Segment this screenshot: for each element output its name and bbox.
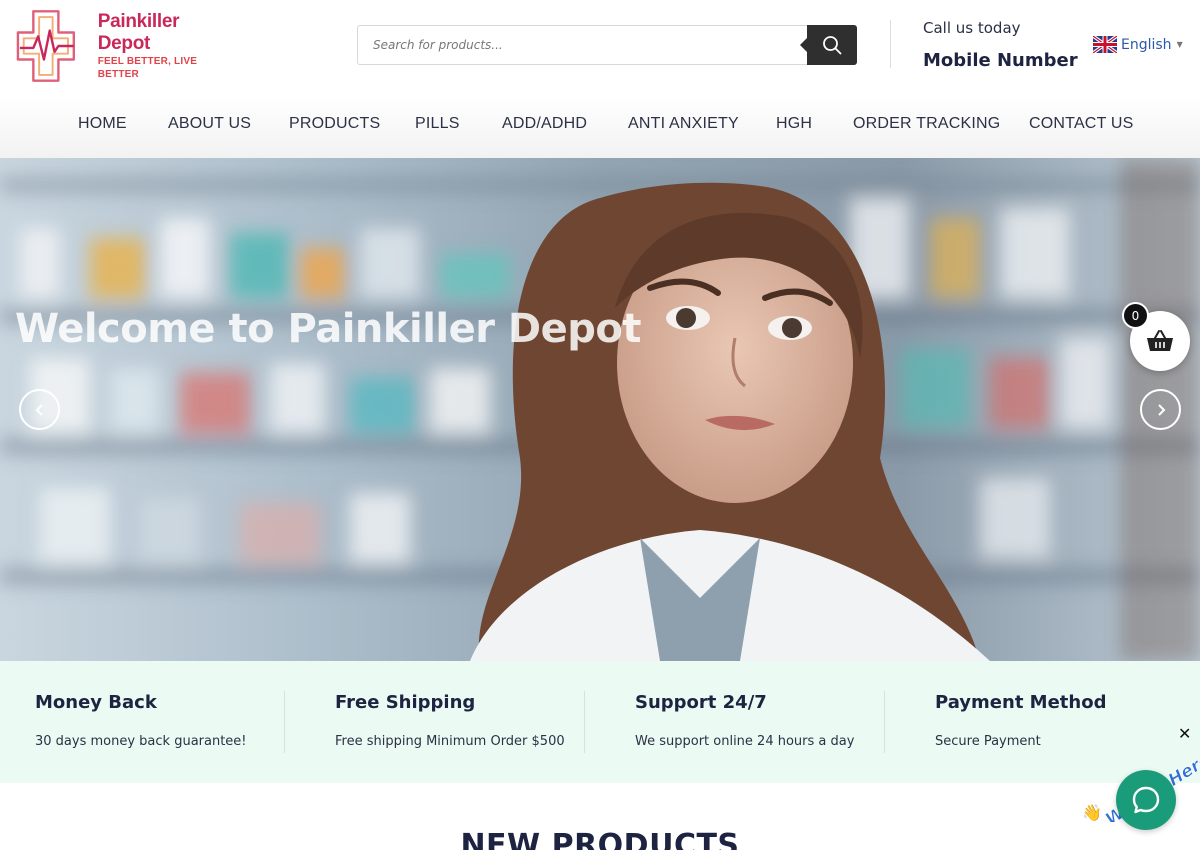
search-input[interactable] (358, 26, 807, 64)
call-number[interactable]: Mobile Number (923, 50, 1078, 71)
site-header: Painkiller Depot FEEL BETTER, LIVE BETTE… (0, 0, 1200, 96)
site-logo[interactable]: Painkiller Depot FEEL BETTER, LIVE BETTE… (16, 8, 236, 84)
basket-icon (1147, 330, 1173, 351)
feature-description: We support online 24 hours a day (635, 734, 855, 749)
caret-down-icon: ▼ (1176, 40, 1183, 49)
language-label: English (1121, 36, 1172, 53)
feature-support: Support 24/7 We support online 24 hours … (600, 661, 900, 783)
feature-description: Free shipping Minimum Order $500 (335, 734, 565, 749)
nav-item-about-us[interactable]: ABOUT US (168, 115, 251, 133)
nav-item-pills[interactable]: PILLS (415, 115, 460, 133)
feature-description: 30 days money back guarantee! (35, 734, 247, 749)
hero-slider: Welcome to Painkiller Depot (0, 158, 1200, 661)
feature-free-shipping: Free Shipping Free shipping Minimum Orde… (300, 661, 600, 783)
chat-bubble-icon (1132, 786, 1160, 814)
brand-name: Painkiller Depot (97, 11, 180, 54)
nav-item-home[interactable]: HOME (78, 115, 127, 133)
cart-count-badge: 0 (1122, 302, 1149, 329)
feature-divider (884, 691, 885, 753)
feature-money-back: Money Back 30 days money back guarantee! (0, 661, 300, 783)
nav-item-order-tracking[interactable]: ORDER TRACKING (853, 115, 1000, 133)
language-selector[interactable]: English ▼ (1093, 36, 1183, 53)
features-strip: Money Back 30 days money back guarantee!… (0, 661, 1200, 783)
nav-item-contact-us[interactable]: CONTACT US (1029, 115, 1134, 133)
nav-item-anti-anxiety[interactable]: ANTI ANXIETY (628, 115, 739, 133)
call-label: Call us today (923, 19, 1021, 37)
feature-title: Support 24/7 (635, 692, 767, 713)
chevron-left-icon (35, 403, 43, 416)
chat-close-button[interactable]: ✕ (1178, 724, 1191, 743)
slider-prev-button[interactable] (19, 389, 60, 430)
search-button[interactable] (800, 25, 857, 65)
feature-divider (584, 691, 585, 753)
section-heading-new-products: NEW PRODUCTS (460, 828, 740, 850)
brand-tagline: FEEL BETTER, LIVE BETTER (97, 56, 198, 80)
feature-divider (284, 691, 285, 753)
search-bar (357, 25, 857, 65)
logo-text: Painkiller Depot FEEL BETTER, LIVE BETTE… (98, 11, 236, 81)
medical-cross-heartbeat-icon (16, 10, 76, 82)
hero-title: Welcome to Painkiller Depot (15, 306, 642, 352)
main-nav: HOME ABOUT US PRODUCTS PILLS ADD/ADHD AN… (0, 96, 1200, 158)
nav-item-hgh[interactable]: HGH (776, 115, 812, 133)
chevron-right-icon (1157, 403, 1165, 416)
feature-title: Free Shipping (335, 692, 476, 713)
uk-flag-icon (1093, 36, 1117, 53)
waving-hand-icon: 👋 (1082, 803, 1102, 822)
header-divider (890, 20, 891, 68)
search-icon (823, 36, 842, 55)
feature-title: Payment Method (935, 692, 1107, 713)
slider-next-button[interactable] (1140, 389, 1181, 430)
feature-description: Secure Payment (935, 734, 1041, 749)
chat-open-button[interactable] (1116, 770, 1176, 830)
hero-image (0, 158, 1200, 661)
feature-title: Money Back (35, 692, 157, 713)
nav-item-products[interactable]: PRODUCTS (289, 115, 380, 133)
nav-item-add-adhd[interactable]: ADD/ADHD (502, 115, 587, 133)
